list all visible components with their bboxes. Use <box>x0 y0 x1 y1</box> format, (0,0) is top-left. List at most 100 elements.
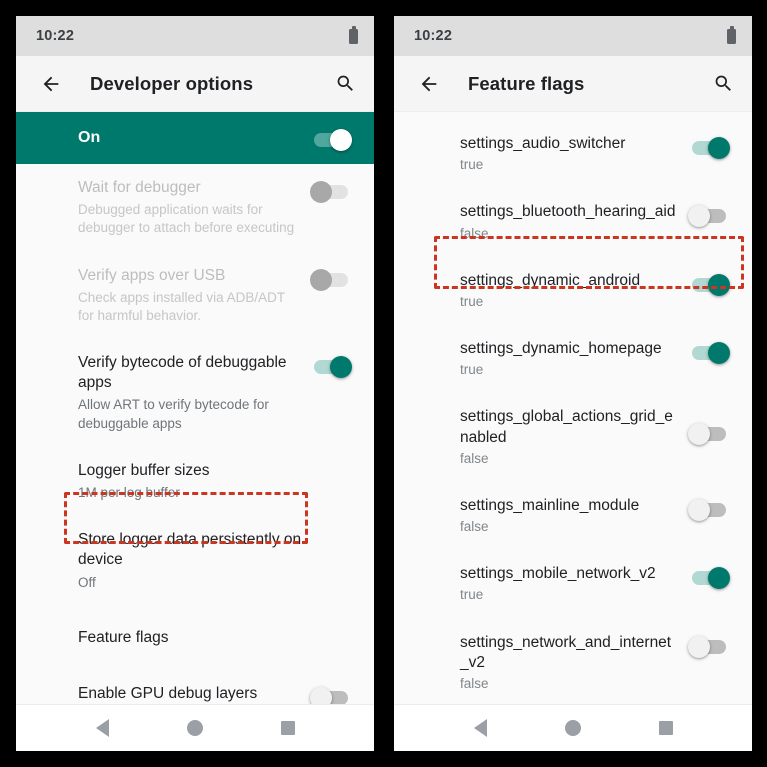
row-texts: settings_mobile_network_v2 true <box>460 564 688 604</box>
back-arrow-icon[interactable] <box>36 69 66 99</box>
list-item[interactable]: settings_mobile_network_v2 true <box>394 550 752 618</box>
back-arrow-icon[interactable] <box>414 69 444 99</box>
list-item[interactable]: Enable GPU debug layers Allow loading GP… <box>16 670 374 704</box>
switch-thumb <box>310 181 332 203</box>
switch-thumb <box>330 128 352 151</box>
list-item-subtitle: 1M per log buffer <box>78 485 180 501</box>
flag-value: true <box>460 293 484 309</box>
list-item-title: Logger buffer sizes <box>78 461 210 479</box>
developer-options-list: Wait for debugger Debugged application w… <box>16 164 374 704</box>
battery-icon <box>349 25 358 44</box>
flag-name: settings_audio_switcher <box>460 135 626 152</box>
row-texts: Verify apps over USB Check apps installe… <box>78 266 310 326</box>
feature-flags-scroll-area[interactable]: settings_audio_switcher true settings_bl… <box>394 112 752 704</box>
nav-home-icon[interactable] <box>175 708 215 748</box>
list-item[interactable]: settings_bluetooth_hearing_aid false <box>394 188 752 256</box>
flag-switch[interactable] <box>688 205 730 228</box>
row-texts: settings_dynamic_homepage true <box>460 339 688 379</box>
nav-back-icon[interactable] <box>460 708 500 748</box>
row-texts: settings_dynamic_android true <box>460 271 688 311</box>
screenshot-stage: 10:22 Developer options On Wait for debu… <box>0 0 767 767</box>
flag-switch[interactable] <box>688 498 730 521</box>
nav-recents-icon[interactable] <box>646 708 686 748</box>
list-item[interactable]: settings_network_and_internet_v2 false <box>394 619 752 704</box>
search-icon[interactable] <box>708 69 738 99</box>
flag-value: false <box>460 675 489 691</box>
list-item-title: Store logger data persistently on device <box>78 531 302 569</box>
list-item[interactable]: Verify apps over USB Check apps installe… <box>16 252 374 340</box>
flag-value: true <box>460 587 484 603</box>
list-item-dynamic-android[interactable]: settings_dynamic_android true <box>394 257 752 325</box>
system-navigation-bar <box>394 704 752 751</box>
switch-thumb <box>310 268 332 291</box>
row-texts: settings_network_and_internet_v2 false <box>460 633 688 694</box>
row-texts: Store logger data persistently on device… <box>78 530 352 592</box>
app-bar: Feature flags <box>394 56 752 112</box>
flag-value: true <box>460 157 484 173</box>
flag-name: settings_mainline_module <box>460 496 640 514</box>
switch-thumb <box>330 356 352 379</box>
flag-switch[interactable] <box>688 635 730 658</box>
settings-scroll-area[interactable]: Wait for debugger Debugged application w… <box>16 164 374 704</box>
list-item[interactable]: settings_mainline_module false <box>394 482 752 550</box>
list-item-switch[interactable] <box>310 356 352 379</box>
page-title: Developer options <box>90 72 254 94</box>
master-toggle-switch[interactable] <box>310 128 352 151</box>
list-item[interactable]: Wait for debugger Debugged application w… <box>16 164 374 252</box>
status-bar: 10:22 <box>16 16 374 56</box>
page-title: Feature flags <box>468 72 585 94</box>
switch-thumb <box>688 498 710 521</box>
flag-switch[interactable] <box>688 423 730 446</box>
search-icon[interactable] <box>330 69 360 99</box>
phone-right-feature-flags: 10:22 Feature flags settings_audio_switc… <box>394 16 752 751</box>
app-bar: Developer options <box>16 56 374 112</box>
list-item[interactable]: settings_global_actions_grid_enabled fal… <box>394 393 752 482</box>
flag-name: settings_bluetooth_hearing_aid <box>460 203 676 221</box>
master-toggle-label: On <box>78 129 101 146</box>
list-item-subtitle: Off <box>78 574 96 590</box>
phone-left-developer-options: 10:22 Developer options On Wait for debu… <box>16 16 374 751</box>
flag-switch[interactable] <box>688 342 730 365</box>
list-item-subtitle: Check apps installed via ADB/ADT for har… <box>78 289 285 323</box>
list-item-switch <box>310 181 352 203</box>
switch-thumb <box>708 137 730 159</box>
list-item[interactable]: settings_audio_switcher true <box>394 112 752 188</box>
list-item[interactable]: Store logger data persistently on device… <box>16 516 374 606</box>
flag-value: false <box>460 225 489 241</box>
flag-value: false <box>460 450 489 466</box>
row-texts: settings_bluetooth_hearing_aid false <box>460 202 688 242</box>
flag-value: true <box>460 362 484 378</box>
nav-home-icon[interactable] <box>553 708 593 748</box>
row-texts: Enable GPU debug layers Allow loading GP… <box>78 684 310 704</box>
list-item-switch <box>310 268 352 291</box>
feature-flags-list: settings_audio_switcher true settings_bl… <box>394 112 752 704</box>
list-item-switch[interactable] <box>310 686 352 704</box>
flag-switch[interactable] <box>688 567 730 590</box>
status-time: 10:22 <box>36 28 75 44</box>
list-item[interactable]: Verify bytecode of debuggable apps Allow… <box>16 339 374 447</box>
list-item-title: Feature flags <box>78 628 169 646</box>
developer-options-master-banner[interactable]: On <box>16 112 374 164</box>
status-bar: 10:22 <box>394 16 752 56</box>
nav-back-icon[interactable] <box>82 708 122 748</box>
flag-name: settings_global_actions_grid_enabled <box>460 408 673 446</box>
flag-switch[interactable] <box>688 273 730 296</box>
list-item-title: Enable GPU debug layers <box>78 684 258 702</box>
list-item-feature-flags[interactable]: Feature flags <box>16 606 374 670</box>
list-item-title: Verify bytecode of debuggable apps <box>78 354 287 392</box>
flag-switch[interactable] <box>688 137 730 159</box>
flag-name: settings_mobile_network_v2 <box>460 565 656 583</box>
row-texts: Feature flags <box>78 628 352 648</box>
nav-recents-icon[interactable] <box>268 708 308 748</box>
flag-value: false <box>460 519 489 535</box>
row-texts: settings_mainline_module false <box>460 496 688 536</box>
list-item[interactable]: settings_dynamic_homepage true <box>394 325 752 393</box>
list-item[interactable]: Logger buffer sizes 1M per log buffer <box>16 447 374 516</box>
switch-thumb <box>688 423 710 446</box>
battery-icon <box>727 25 736 44</box>
row-texts: Wait for debugger Debugged application w… <box>78 178 310 238</box>
row-texts: settings_global_actions_grid_enabled fal… <box>460 407 688 468</box>
switch-thumb <box>688 205 710 228</box>
row-texts: settings_audio_switcher true <box>460 134 688 174</box>
flag-name: settings_dynamic_homepage <box>460 340 662 358</box>
